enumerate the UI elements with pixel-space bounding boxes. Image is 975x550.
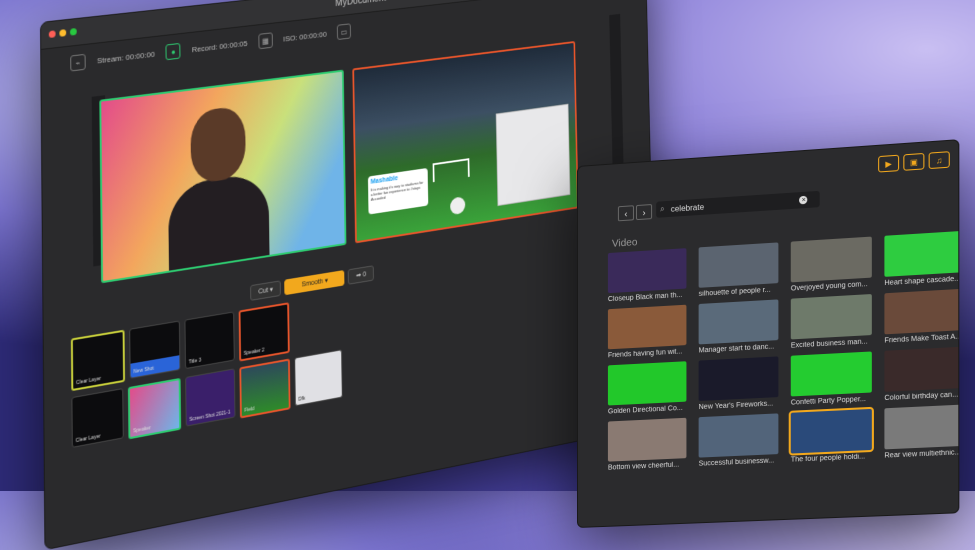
- scene-tile[interactable]: Speaker 2: [238, 302, 290, 362]
- scene-tile[interactable]: Field: [239, 358, 291, 419]
- program-monitor[interactable]: Mashable It is making it's way to stadiu…: [352, 40, 579, 244]
- clip-thumbnail: [790, 236, 872, 283]
- stream-icon[interactable]: ⌁: [70, 53, 86, 72]
- stream-status: Stream: 00:00:00: [97, 49, 155, 65]
- main-window: MyDocument ■■ ■ ■ ⌁ Stream: 00:00:00 ● R…: [40, 0, 657, 550]
- clip-item[interactable]: Rear view multiethnic...: [884, 404, 960, 460]
- iso-status: ISO: 00:00:00: [283, 29, 327, 44]
- clip-thumbnail: [698, 413, 779, 458]
- clip-thumbnail: [790, 351, 872, 397]
- minimize-button[interactable]: [59, 29, 67, 37]
- music-tab-icon[interactable]: ♫: [928, 151, 950, 170]
- clip-item[interactable]: Bottom view cheerful...: [607, 417, 687, 472]
- window-controls: [48, 27, 77, 39]
- clip-item[interactable]: Confetti Party Popper...: [790, 351, 872, 407]
- clip-thumbnail: [884, 230, 960, 277]
- scene-tile[interactable]: Title 3: [184, 311, 235, 370]
- clip-item[interactable]: Successful businessw...: [698, 413, 779, 468]
- zoom-button[interactable]: [69, 27, 77, 36]
- clip-thumbnail: [607, 417, 687, 462]
- clip-label: Friends having fun wit...: [607, 348, 683, 360]
- clip-item[interactable]: Friends having fun wit...: [607, 304, 687, 360]
- clip-item[interactable]: silhouette of people r...: [698, 242, 779, 298]
- scene-tile[interactable]: Dfk: [294, 349, 343, 407]
- clip-label: Manager start to danc...: [698, 343, 775, 355]
- clip-item[interactable]: The four people holdi...: [788, 406, 874, 464]
- image-tab-icon[interactable]: ▣: [903, 152, 925, 171]
- scene-tile[interactable]: Screen Shot 2021-1: [185, 368, 236, 427]
- clip-label: New Year's Fireworks...: [698, 400, 774, 412]
- forward-icon[interactable]: ›: [635, 204, 653, 221]
- clip-thumbnail: [698, 356, 779, 402]
- clip-item[interactable]: Colorful birthday can...: [884, 346, 960, 403]
- search-icon: ⌕: [660, 204, 665, 214]
- clip-thumbnail: [788, 406, 874, 456]
- clip-thumbnail: [698, 299, 779, 345]
- video-tab-icon[interactable]: ▶: [878, 154, 900, 173]
- clip-grid: Closeup Black man th... silhouette of peo…: [607, 230, 960, 472]
- scene-tile[interactable]: Clear Layer: [70, 329, 126, 392]
- clip-label: Bottom view cheerful...: [607, 461, 680, 472]
- clip-thumbnail: [607, 304, 687, 350]
- clip-label: Friends Make Toast A...: [884, 333, 960, 345]
- record-status: Record: 00:00:05: [191, 38, 248, 54]
- cut-button[interactable]: Cut ▾: [250, 280, 282, 301]
- clip-label: Rear view multiethnic...: [884, 449, 960, 460]
- preview-monitor[interactable]: [99, 69, 347, 284]
- document-title: MyDocument: [335, 0, 387, 9]
- speaker-video: [167, 102, 270, 284]
- media-browser-window: ▶ ▣ ♫ ‹ › ⌕ × Video Closeup Black man th…: [577, 139, 960, 528]
- clip-item[interactable]: Heart shape cascade...: [884, 230, 960, 288]
- preview-area: Mashable It is making it's way to stadiu…: [99, 40, 579, 284]
- camera-overlay: [495, 103, 571, 207]
- clip-item[interactable]: Excited business man...: [790, 294, 872, 350]
- tweet-card: Mashable It is making it's way to stadiu…: [367, 167, 429, 215]
- clip-thumbnail: [884, 288, 960, 335]
- section-title: Video: [611, 237, 638, 250]
- clip-item[interactable]: New Year's Fireworks...: [698, 356, 779, 412]
- clip-thumbnail: [790, 294, 872, 340]
- clip-item[interactable]: Overjoyed young com...: [790, 236, 872, 293]
- clip-label: silhouette of people r...: [698, 286, 771, 298]
- smooth-button[interactable]: Smooth ▾: [284, 269, 345, 296]
- clip-label: Colorful birthday can...: [884, 391, 959, 403]
- clip-item[interactable]: Closeup Black man th...: [607, 248, 687, 304]
- clip-label: Closeup Black man th...: [607, 291, 683, 304]
- ball-shape: [450, 196, 466, 216]
- clip-item[interactable]: Manager start to danc...: [698, 299, 779, 355]
- clip-label: Overjoyed young com...: [790, 280, 868, 293]
- close-button[interactable]: [48, 30, 56, 39]
- iso-icon[interactable]: ▦: [258, 32, 273, 50]
- clip-label: Golden Directional Co...: [607, 404, 683, 416]
- goal-shape: [432, 158, 470, 183]
- clip-label: Excited business man...: [790, 338, 868, 350]
- clip-item[interactable]: Friends Make Toast A...: [884, 288, 960, 345]
- clip-label: Confetti Party Popper...: [790, 395, 866, 407]
- clip-thumbnail: [884, 346, 960, 392]
- scene-tile[interactable]: New Shot: [129, 320, 181, 379]
- clip-item[interactable]: Golden Directional Co...: [607, 361, 687, 416]
- clip-label: Successful businessw...: [698, 457, 775, 468]
- clip-thumbnail: [607, 361, 687, 406]
- display-icon[interactable]: ▭: [336, 23, 352, 41]
- take-button[interactable]: ➡ 0: [348, 265, 375, 285]
- clear-search-icon[interactable]: ×: [799, 195, 808, 205]
- clip-label: The four people holdi...: [790, 453, 866, 464]
- history-nav: ‹ ›: [617, 204, 653, 222]
- scene-tile[interactable]: Speaker: [127, 377, 182, 440]
- media-type-tabs: ▶ ▣ ♫: [878, 151, 950, 173]
- clip-label: Heart shape cascade...: [884, 275, 960, 288]
- scene-tile[interactable]: Clear Layer: [71, 388, 124, 448]
- clip-thumbnail: [607, 248, 687, 294]
- clip-thumbnail: [884, 404, 960, 450]
- back-icon[interactable]: ‹: [617, 205, 634, 222]
- clip-thumbnail: [698, 242, 779, 288]
- record-button[interactable]: ●: [165, 42, 181, 61]
